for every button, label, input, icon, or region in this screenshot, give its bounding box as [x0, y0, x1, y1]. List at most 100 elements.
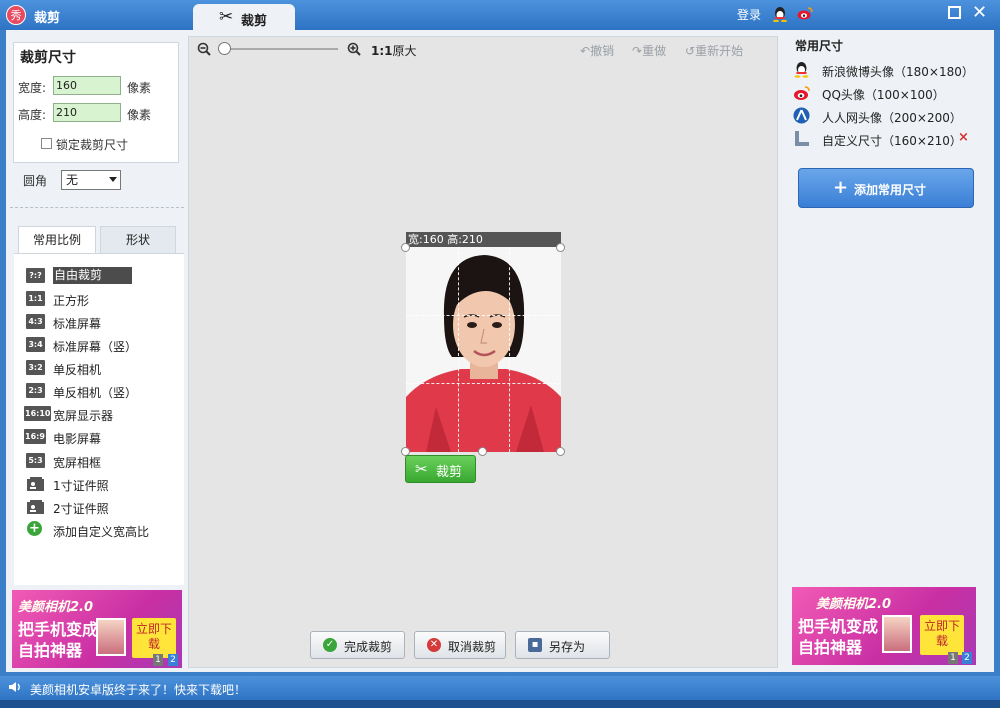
ad-banner-left[interactable]: 美颜相机2.0 把手机变成 自拍神器 立即下载 1 2	[12, 590, 182, 668]
crop-handle-top-right[interactable]	[556, 243, 565, 252]
grid-line	[509, 247, 510, 452]
ratio-label: 1寸证件照	[53, 479, 109, 493]
crop-photo[interactable]	[406, 247, 561, 452]
login-link[interactable]: 登录	[737, 6, 761, 23]
remove-preset-icon[interactable]: ×	[958, 130, 969, 145]
ratio-3-2-icon: 3:2	[26, 360, 45, 375]
ad-photo	[96, 618, 126, 656]
plus-icon: +	[27, 521, 42, 536]
crop-button-label: 裁剪	[436, 465, 463, 480]
scissors-icon: ✂	[219, 7, 234, 27]
undo-label: 撤销	[590, 44, 615, 58]
crop-button[interactable]: ✂ 裁剪	[405, 455, 476, 483]
corner-radius-label: 圆角	[23, 174, 48, 188]
ratio-item-free[interactable]: ?:? 自由裁剪	[26, 267, 166, 285]
ratio-2-3-icon: 2:3	[26, 383, 45, 398]
ratio-item-2-inch[interactable]: 2寸证件照	[26, 498, 166, 516]
qq-icon[interactable]	[773, 6, 787, 22]
tab-crop-label: 裁剪	[241, 14, 268, 29]
save-as-button[interactable]: ▪ 另存为	[515, 631, 610, 659]
tab-common-ratio[interactable]: 常用比例	[18, 226, 96, 254]
id-photo-icon	[27, 500, 44, 514]
ratio-item-3-4[interactable]: 3:4 标准屏幕（竖）	[26, 336, 166, 354]
tab-shape[interactable]: 形状	[100, 226, 176, 254]
ratio-label: 标准屏幕（竖）	[53, 340, 138, 354]
speaker-icon	[9, 682, 20, 692]
zoom-slider[interactable]	[218, 48, 338, 50]
ratio-label: 宽屏相框	[53, 456, 102, 470]
ratio-item-16-9[interactable]: 16:9 电影屏幕	[24, 428, 164, 446]
height-label: 高度:	[18, 108, 47, 122]
ratio-label: 2寸证件照	[53, 502, 109, 516]
crop-handle-bottom[interactable]	[478, 447, 487, 456]
crop-handle-top-left[interactable]	[401, 243, 410, 252]
lock-size-checkbox[interactable]	[41, 138, 52, 149]
redo-button[interactable]: ↷重做	[632, 42, 666, 59]
restart-label: 重新开始	[695, 44, 744, 58]
ratio-label: 宽屏显示器	[53, 409, 114, 423]
preset-custom[interactable]: 自定义尺寸（160×210）	[793, 130, 983, 148]
cancel-crop-label: 取消裁剪	[448, 640, 497, 654]
ad-page-2[interactable]: 2	[962, 652, 972, 664]
preset-weibo[interactable]: 新浪微博头像（180×180）	[793, 61, 983, 79]
preset-label: QQ头像（100×100）	[822, 88, 945, 102]
ratio-item-3-2[interactable]: 3:2 单反相机	[26, 359, 166, 377]
ratio-item-5-3[interactable]: 5:3 宽屏相框	[26, 452, 166, 470]
preset-renren[interactable]: 人人网头像（200×200）	[793, 107, 983, 125]
width-label: 宽度:	[18, 81, 47, 95]
save-as-label: 另存为	[549, 640, 586, 654]
add-common-size-button[interactable]: + 添加常用尺寸	[798, 168, 974, 208]
close-icon[interactable]: ✕	[972, 2, 987, 23]
ratio-4-3-icon: 4:3	[26, 314, 45, 329]
ad-page-1[interactable]: 1	[948, 652, 958, 664]
redo-label: 重做	[642, 44, 667, 58]
width-input[interactable]	[53, 76, 121, 95]
cancel-crop-button[interactable]: ✕ 取消裁剪	[414, 631, 506, 659]
ratio-16-9-icon: 16:9	[24, 429, 46, 444]
ad-page-1[interactable]: 1	[153, 654, 163, 666]
ad-photo	[882, 615, 912, 653]
maximize-icon[interactable]	[948, 6, 961, 19]
preset-qq[interactable]: QQ头像（100×100）	[793, 84, 983, 102]
add-custom-ratio[interactable]: + 添加自定义宽高比	[26, 521, 166, 539]
ratio-item-2-3[interactable]: 2:3 单反相机（竖）	[26, 382, 166, 400]
redo-icon: ↷	[632, 44, 643, 58]
weibo-icon	[794, 86, 810, 100]
window-title: 裁剪	[34, 11, 61, 26]
check-icon: ✓	[323, 638, 337, 652]
ad-banner-right[interactable]: 美颜相机2.0 把手机变成 自拍神器 立即下载 1 2	[792, 587, 976, 665]
ratio-item-4-3[interactable]: 4:3 标准屏幕	[26, 313, 166, 331]
ad-slogan: 自拍神器	[798, 638, 863, 657]
grid-line	[458, 247, 459, 452]
ratio-item-1-inch[interactable]: 1寸证件照	[26, 475, 166, 493]
grid-line	[406, 383, 561, 384]
tab-crop[interactable]: ✂ 裁剪	[193, 4, 295, 32]
zoom-out-icon[interactable]	[197, 42, 211, 56]
chevron-down-icon[interactable]	[109, 177, 117, 182]
ratio-label: 正方形	[53, 294, 90, 308]
ad-page-2[interactable]: 2	[168, 654, 178, 666]
undo-icon: ↶	[580, 44, 591, 58]
ad-download-button[interactable]: 立即下载	[920, 615, 964, 655]
ad-brand: 美颜相机2.0	[18, 600, 94, 615]
app-logo-icon: 秀	[6, 5, 26, 25]
weibo-icon[interactable]	[797, 6, 813, 20]
zoom-slider-thumb[interactable]	[218, 42, 231, 55]
zoom-text: 原大	[392, 44, 417, 58]
preset-label: 新浪微博头像（180×180）	[822, 65, 974, 79]
lock-size-label: 锁定裁剪尺寸	[56, 138, 129, 152]
ad-download-button[interactable]: 立即下载	[132, 618, 176, 658]
actual-size-button[interactable]: 1:1原大	[371, 42, 417, 59]
zoom-ratio: 1:1	[371, 44, 393, 58]
restart-button[interactable]: ↺重新开始	[685, 42, 743, 59]
divider	[10, 207, 184, 208]
height-input[interactable]	[53, 103, 121, 122]
ratio-item-16-10[interactable]: 16:10 宽屏显示器	[24, 405, 164, 423]
zoom-in-icon[interactable]	[347, 42, 361, 56]
undo-button[interactable]: ↶撤销	[580, 42, 614, 59]
status-message[interactable]: 美颜相机安卓版终于来了！快来下载吧！	[30, 681, 246, 698]
ratio-item-square[interactable]: 1:1 正方形	[26, 290, 166, 308]
finish-crop-button[interactable]: ✓ 完成裁剪	[310, 631, 405, 659]
crop-handle-bottom-right[interactable]	[556, 447, 565, 456]
crop-size-title: 裁剪尺寸	[20, 50, 76, 66]
